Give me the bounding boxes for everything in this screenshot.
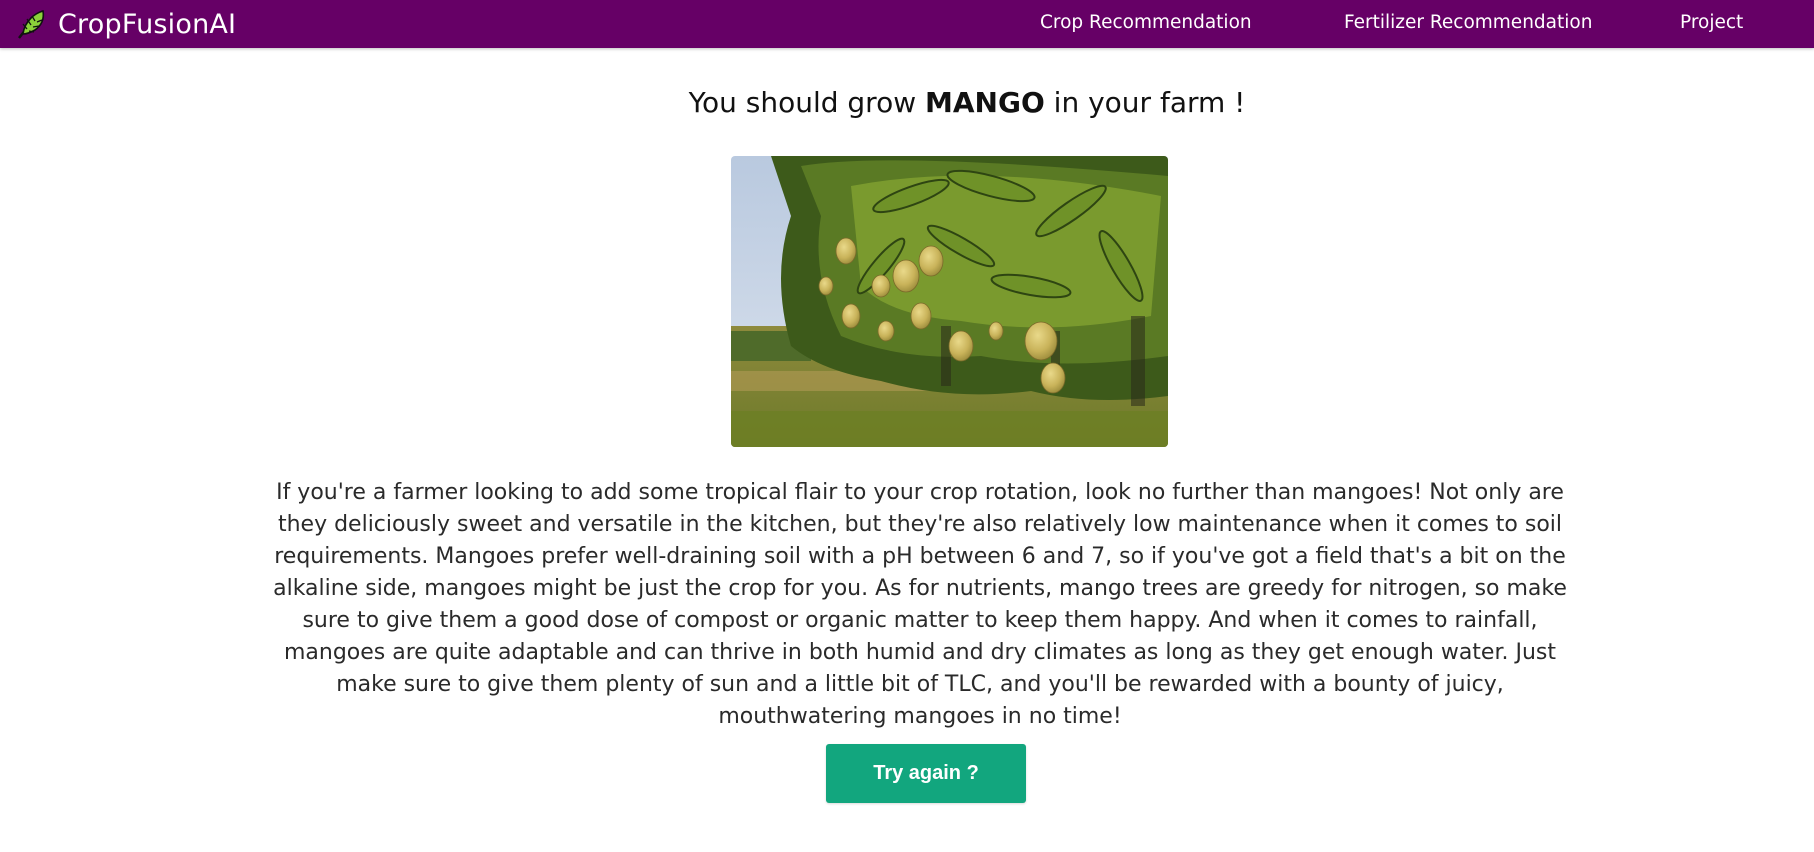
crop-description: If you're a farmer looking to add some t… [273, 480, 1567, 729]
nav-crop-recommendation[interactable]: Crop Recommendation [1040, 12, 1252, 33]
leaf-icon [14, 7, 48, 41]
result-prefix: You should grow [688, 86, 926, 119]
crop-image [731, 156, 1168, 447]
top-navbar: CropFusionAI Crop Recommendation Fertili… [0, 0, 1814, 48]
brand-link[interactable]: CropFusionAI [14, 4, 236, 44]
result-suffix: in your farm ! [1044, 86, 1246, 119]
crop-name: MANGO [925, 86, 1045, 119]
try-again-button[interactable]: Try again ? [826, 744, 1026, 803]
result-heading: You should grow MANGO in your farm ! [0, 86, 1814, 119]
nav-project[interactable]: Project [1680, 12, 1743, 33]
brand-name: CropFusionAI [58, 8, 237, 40]
nav-fertilizer-recommendation[interactable]: Fertilizer Recommendation [1344, 12, 1592, 33]
